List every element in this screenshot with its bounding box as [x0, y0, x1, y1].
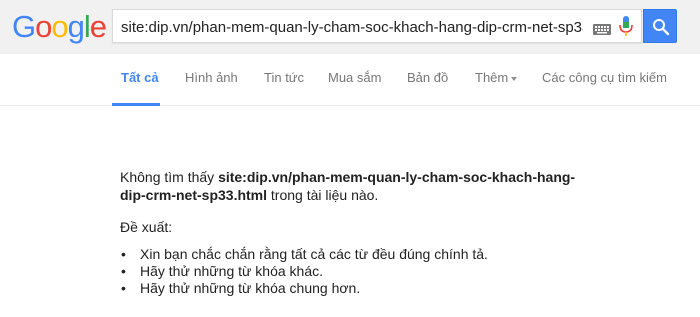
suggestion-item: Hãy thử những từ khóa khác. — [120, 263, 590, 280]
search-icon — [653, 19, 670, 36]
google-logo[interactable]: Google — [12, 9, 107, 44]
search-button[interactable] — [643, 9, 677, 43]
logo-letter: g — [67, 9, 85, 44]
microphone-icon[interactable] — [619, 16, 633, 38]
logo-letter: G — [12, 9, 36, 44]
chevron-down-icon — [511, 76, 518, 81]
logo-letter: o — [35, 9, 52, 44]
search-input[interactable] — [121, 16, 583, 38]
no-results-prefix: Không tìm thấy — [120, 169, 219, 185]
search-box — [112, 9, 642, 43]
header-bar: Google — [0, 0, 700, 54]
no-results-suffix: trong tài liệu nào. — [267, 187, 379, 203]
tab-maps[interactable]: Bản đồ — [407, 70, 448, 86]
no-results-message: Không tìm thấy site:dip.vn/phan-mem-quan… — [120, 168, 590, 204]
keyboard-icon[interactable] — [593, 22, 611, 35]
suggestion-item: Xin bạn chắc chắn rằng tất cả các từ đều… — [120, 246, 590, 263]
suggestion-item: Hãy thử những từ khóa chung hơn. — [120, 280, 590, 297]
tab-more-label: Thêm — [475, 70, 509, 85]
tab-all[interactable]: Tất cả — [121, 70, 159, 86]
tab-images[interactable]: Hình ảnh — [185, 70, 238, 86]
tab-search-tools[interactable]: Các công cụ tìm kiếm — [542, 70, 667, 86]
tab-more[interactable]: Thêm — [475, 70, 518, 86]
suggestions-title: Đề xuất: — [120, 219, 173, 235]
suggestions-list: Xin bạn chắc chắn rằng tất cả các từ đều… — [120, 246, 590, 297]
logo-letter: e — [89, 9, 107, 44]
logo-letter: o — [51, 9, 68, 44]
search-tabs: Tất cả Hình ảnh Tin tức Mua sắm Bản đồ T… — [0, 54, 700, 106]
tab-shopping[interactable]: Mua sắm — [328, 70, 381, 86]
no-results-panel: Không tìm thấy site:dip.vn/phan-mem-quan… — [120, 168, 590, 297]
tab-news[interactable]: Tin tức — [264, 70, 304, 86]
active-tab-indicator — [112, 103, 160, 106]
